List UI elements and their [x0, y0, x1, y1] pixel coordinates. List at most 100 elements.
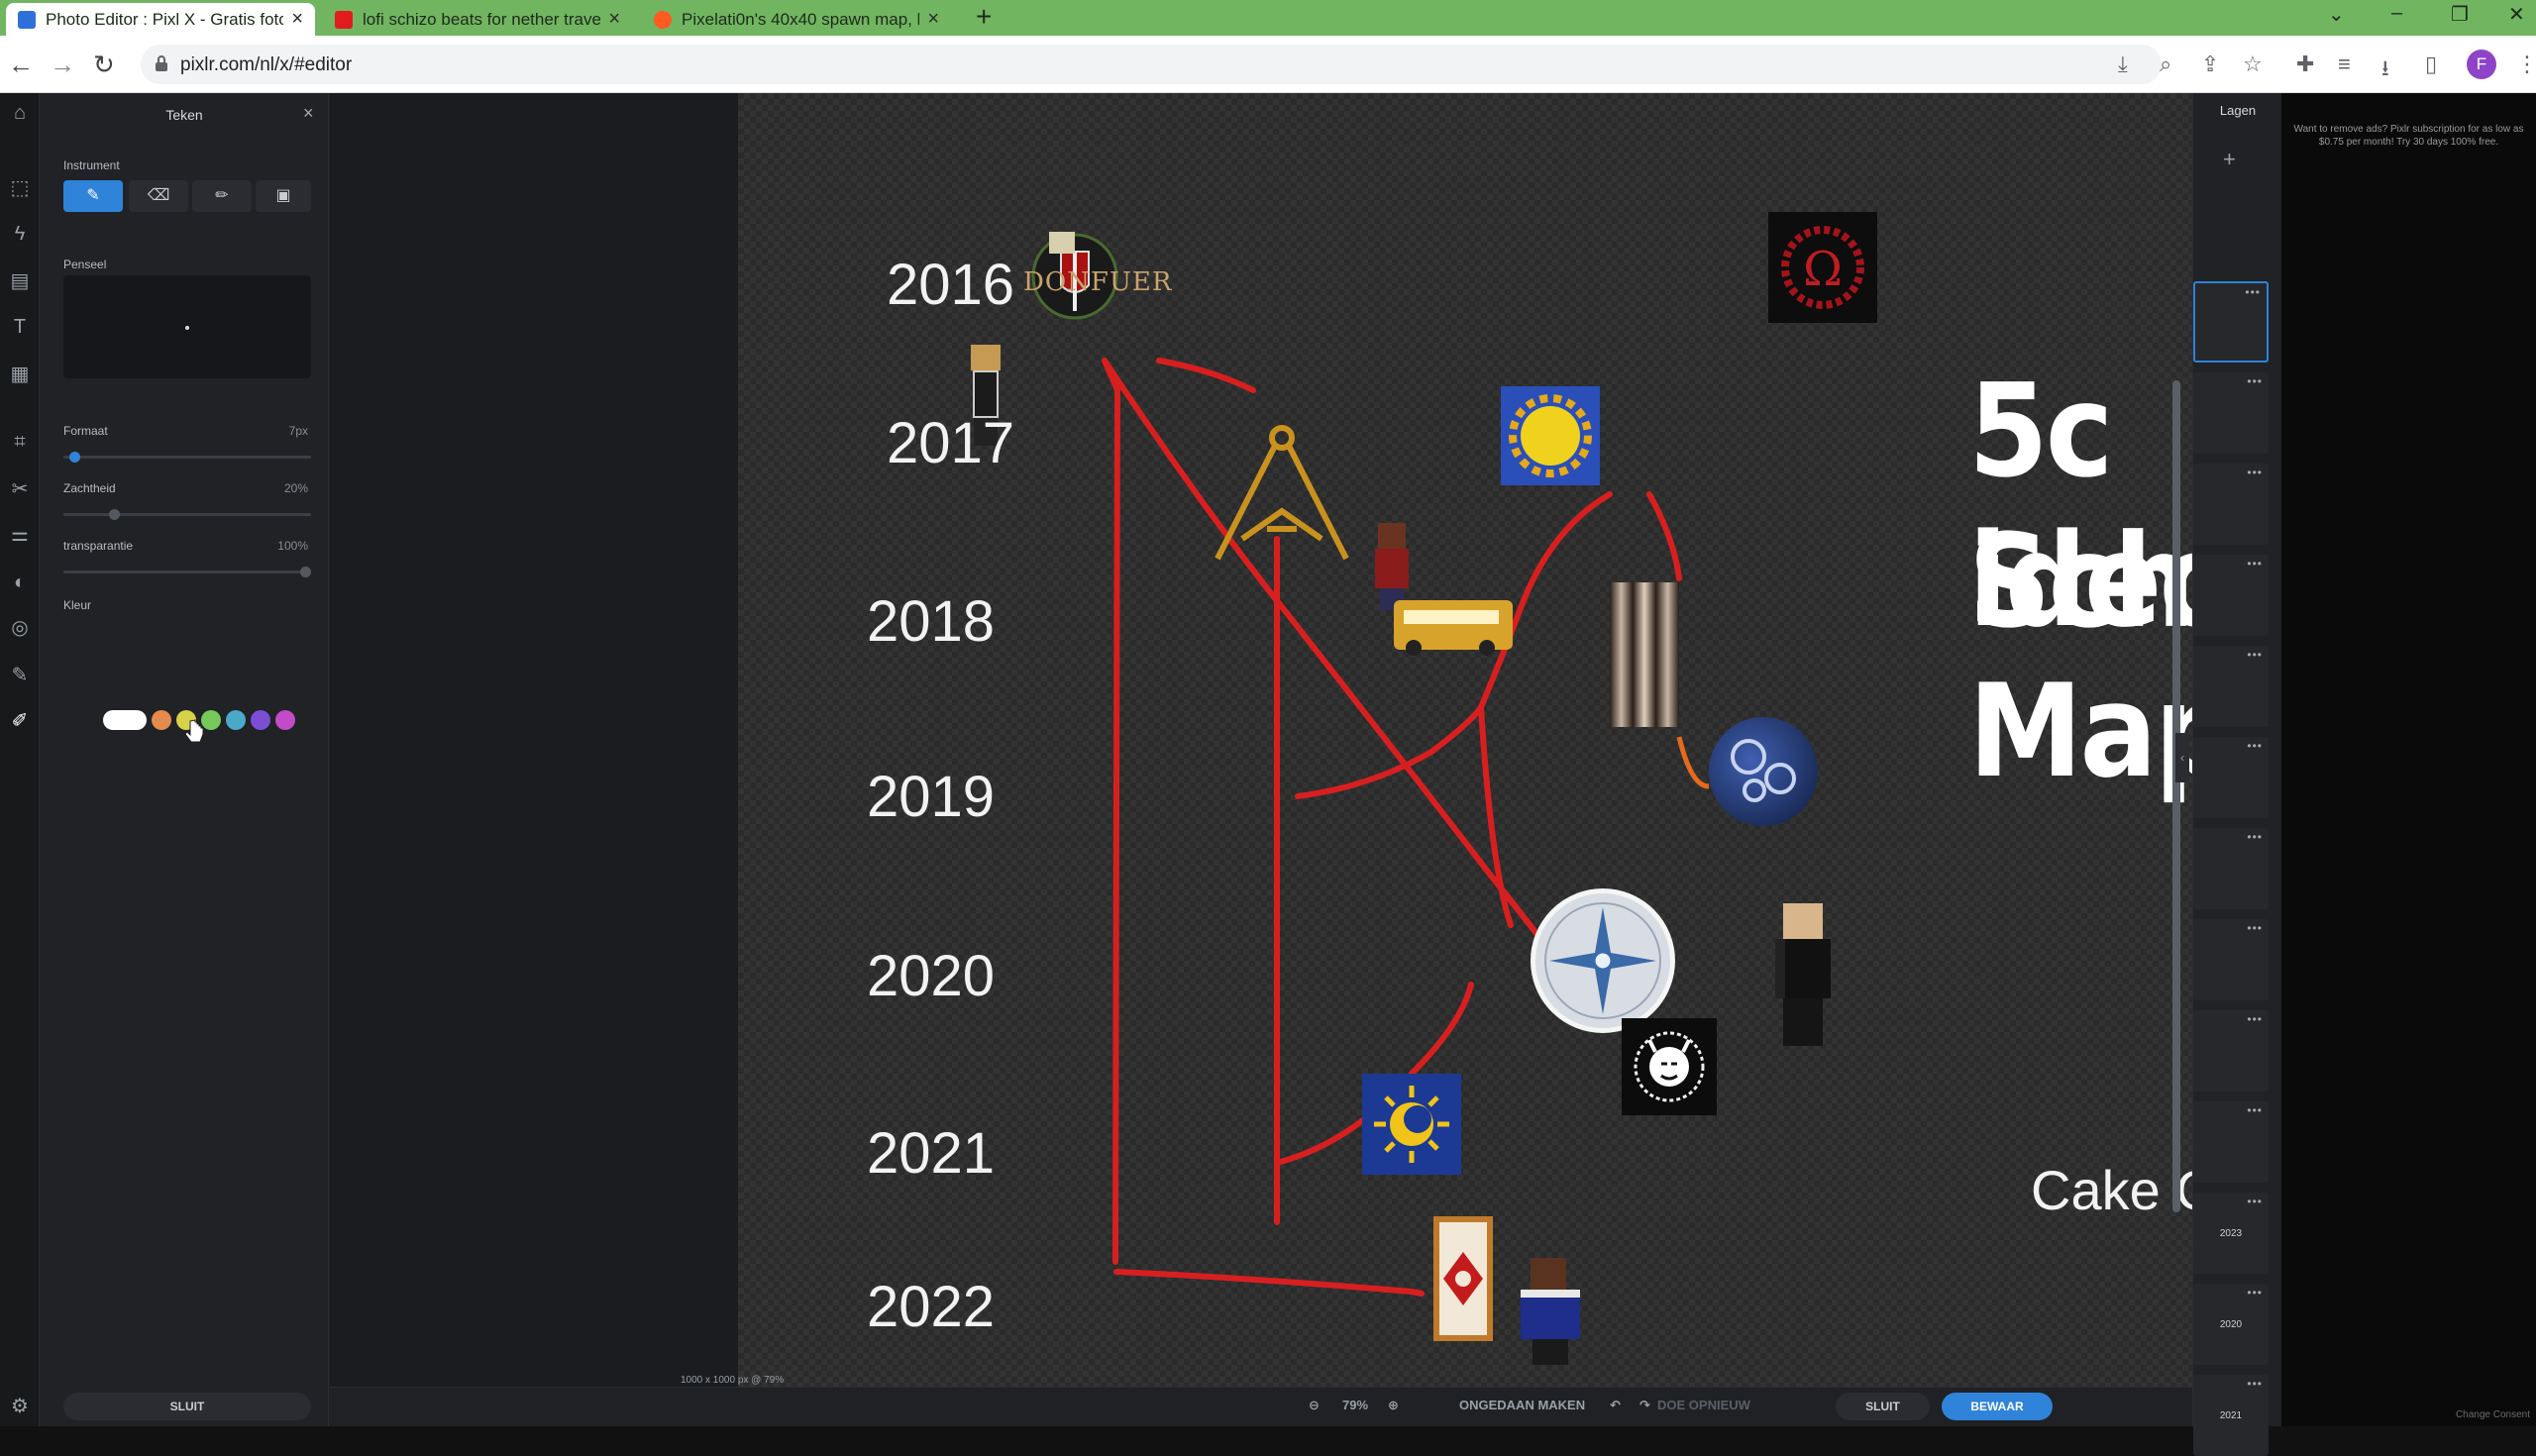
browser-menu-icon[interactable]: ⋮ — [2516, 52, 2536, 77]
undo-button[interactable]: ONGEDAAN MAKEN — [1459, 1398, 1585, 1412]
minimize-icon[interactable]: – — [2391, 2, 2402, 25]
redo-button[interactable]: DOE OPNIEUW — [1657, 1398, 1750, 1412]
quick-tool-icon[interactable]: ϟ — [8, 222, 32, 246]
sun-moon-banner — [1362, 1074, 1461, 1175]
window-close-icon[interactable]: ✕ — [2508, 2, 2525, 27]
fill-tool-button[interactable]: ▣ — [256, 180, 311, 212]
text-tool-icon[interactable]: T — [8, 315, 32, 339]
side-panel-icon[interactable]: ▯ — [2425, 52, 2437, 77]
color-swatch[interactable] — [103, 710, 147, 730]
tab-search-chevron-icon[interactable]: ⌄ — [2328, 2, 2345, 27]
layer-thumbnail[interactable]: ••• — [2193, 372, 2269, 454]
element-tool-icon[interactable]: ▦ — [8, 363, 32, 386]
brush-preview[interactable] — [63, 275, 311, 378]
forward-icon[interactable]: → — [50, 50, 75, 80]
restore-icon[interactable]: ❐ — [2451, 2, 2469, 27]
layer-thumbnail[interactable]: ••• — [2193, 737, 2269, 818]
redo-arrow-icon[interactable]: ↷ — [1639, 1398, 1650, 1413]
layer-thumbnail[interactable]: ••• — [2193, 828, 2269, 909]
size-slider-knob[interactable] — [69, 452, 80, 463]
layer-options-icon[interactable]: ••• — [2247, 1195, 2263, 1208]
opacity-slider[interactable] — [63, 567, 311, 577]
zoom-out-icon[interactable]: ⊖ — [1309, 1398, 1320, 1413]
opacity-slider-knob[interactable] — [300, 567, 311, 577]
arrange-tool-icon[interactable]: ⬚ — [8, 176, 32, 200]
media-queue-icon[interactable]: ≡ — [2338, 52, 2351, 77]
layer-thumbnail[interactable]: ••• — [2193, 555, 2269, 636]
profile-avatar[interactable]: F — [2467, 50, 2496, 79]
panel-close-icon[interactable]: × — [303, 103, 314, 124]
layer-options-icon[interactable]: ••• — [2247, 1286, 2263, 1300]
layer-thumbnail[interactable]: ••• — [2193, 646, 2269, 727]
new-tab-button[interactable]: + — [976, 1, 992, 33]
layer-thumbnail[interactable]: ••• 2021 — [2193, 1375, 2269, 1456]
softness-slider[interactable] — [63, 509, 311, 520]
layer-thumbnail[interactable]: ••• 2020 — [2193, 1284, 2269, 1365]
layer-thumbnail[interactable]: ••• — [2193, 1010, 2269, 1092]
save-button[interactable]: BEWAAR — [1942, 1393, 2053, 1420]
close-button[interactable]: SLUIT — [1836, 1393, 1930, 1420]
workspace-scrollbar[interactable] — [2172, 380, 2180, 1212]
layer-thumbnail[interactable]: ••• — [2193, 281, 2269, 363]
install-app-icon[interactable]: ⤓ — [2118, 52, 2128, 77]
reload-icon[interactable]: ↻ — [93, 50, 115, 80]
tab-lofi-beats[interactable]: lofi schizo beats for nether trave × — [323, 3, 632, 36]
crop-tool-icon[interactable]: ⌗ — [8, 430, 32, 454]
pencil-tool-button[interactable]: ✏ — [192, 180, 252, 212]
draw-tool-icon[interactable]: ✐ — [8, 709, 32, 733]
add-layer-icon[interactable]: + — [2223, 147, 2236, 172]
color-swatch[interactable] — [226, 710, 246, 730]
settings-gear-icon[interactable]: ⚙ — [8, 1395, 32, 1418]
eraser-tool-button[interactable]: ⌫ — [129, 180, 188, 212]
adjust-tool-icon[interactable]: ⚌ — [8, 523, 32, 547]
layer-options-icon[interactable]: ••• — [2247, 1012, 2263, 1026]
layer-options-icon[interactable]: ••• — [2247, 557, 2263, 571]
tab-spawn-map[interactable]: Pixelati0n's 40x40 spawn map, b × — [642, 3, 951, 36]
share-icon[interactable]: ⇪ — [2201, 52, 2219, 77]
layer-options-icon[interactable]: ••• — [2245, 285, 2261, 299]
layer-thumbnail[interactable]: ••• — [2193, 919, 2269, 1000]
color-swatch[interactable] — [275, 710, 295, 730]
layer-thumbnail[interactable]: ••• 2023 — [2193, 1193, 2269, 1274]
extensions-puzzle-icon[interactable]: ✚ — [2296, 52, 2314, 77]
filter-tool-icon[interactable]: ◐ — [8, 571, 32, 594]
layer-options-icon[interactable]: ••• — [2247, 1377, 2263, 1391]
close-tab-icon[interactable]: × — [291, 8, 303, 31]
layer-options-icon[interactable]: ••• — [2247, 739, 2263, 753]
softness-slider-knob[interactable] — [109, 509, 120, 520]
layer-options-icon[interactable]: ••• — [2247, 466, 2263, 479]
cutout-tool-icon[interactable]: ✂ — [8, 477, 32, 501]
collapse-layers-icon[interactable]: ‹ — [2175, 733, 2189, 782]
layer-options-icon[interactable]: ••• — [2247, 921, 2263, 935]
close-panel-button[interactable]: SLUIT — [63, 1393, 311, 1420]
retouch-tool-icon[interactable]: ✎ — [8, 664, 32, 687]
close-tab-icon[interactable]: × — [927, 8, 939, 31]
brush-tool-button[interactable]: ✎ — [63, 180, 123, 212]
address-bar[interactable]: pixlr.com/nl/x/#editor — [141, 45, 2162, 84]
layer-options-icon[interactable]: ••• — [2247, 1103, 2263, 1117]
layer-options-icon[interactable]: ••• — [2247, 374, 2263, 388]
color-swatch[interactable] — [251, 710, 270, 730]
tab-title: Photo Editor : Pixl X - Gratis foto — [46, 9, 284, 29]
color-swatch[interactable] — [152, 710, 171, 730]
zoom-in-icon[interactable]: ⊕ — [1388, 1398, 1399, 1413]
bookmark-star-icon[interactable]: ☆ — [2243, 52, 2263, 77]
downloads-icon[interactable]: ⭳ — [2381, 52, 2389, 89]
zoom-value[interactable]: 79% — [1342, 1398, 1368, 1412]
close-tab-icon[interactable]: × — [608, 8, 620, 31]
undo-arrow-icon[interactable]: ↶ — [1610, 1398, 1621, 1413]
select-tool-icon[interactable]: ▤ — [8, 269, 32, 293]
layer-options-icon[interactable]: ••• — [2247, 830, 2263, 844]
layer-thumbnail[interactable]: ••• — [2193, 464, 2269, 545]
liquify-tool-icon[interactable]: ◎ — [8, 616, 32, 640]
zoom-icon[interactable]: ⌕ — [2160, 52, 2171, 77]
change-consent-link[interactable]: Change Consent — [2456, 1409, 2530, 1420]
home-icon[interactable]: ⌂ — [8, 101, 32, 125]
back-icon[interactable]: ← — [8, 50, 34, 80]
size-slider[interactable] — [63, 452, 311, 463]
layer-thumbnail[interactable]: ••• — [2193, 1101, 2269, 1183]
ad-text[interactable]: Want to remove ads? Pixlr subscription f… — [2291, 123, 2526, 149]
layer-options-icon[interactable]: ••• — [2247, 648, 2263, 662]
tab-photo-editor[interactable]: Photo Editor : Pixl X - Gratis foto × — [6, 3, 315, 36]
brush-dot — [185, 326, 189, 330]
